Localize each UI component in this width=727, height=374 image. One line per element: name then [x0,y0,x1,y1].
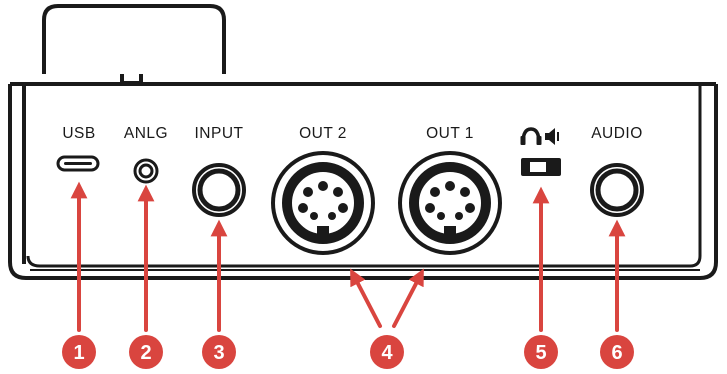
out1-midi-din-port [398,151,502,255]
top-tab-notch [120,74,143,85]
callout-badge-5: 5 [524,335,558,369]
top-tab [42,4,226,74]
usb-port-label: USB [62,125,95,142]
callout-number: 6 [611,342,622,364]
analog-jack [133,158,159,184]
usb-c-port-inner [64,162,92,165]
callout-badge-4: 4 [370,335,404,369]
out2-port-label: OUT 2 [299,125,347,142]
callout-number: 1 [73,342,84,364]
callout-number: 5 [535,342,546,364]
audio-jack [590,163,644,217]
callout-number: 4 [381,342,393,364]
out2-midi-din-port [271,151,375,255]
callout-arrow-4a [350,268,382,328]
input-port-label: INPUT [195,125,244,142]
out1-port-label: OUT 1 [426,125,474,142]
audio-port-label: AUDIO [591,125,643,142]
callout-arrow-4b [392,268,424,328]
callout-badge-6: 6 [600,335,634,369]
callout-badge-1: 1 [62,335,96,369]
device-left-wall [22,86,26,264]
input-jack [192,163,246,217]
callout-badge-3: 3 [202,335,236,369]
callout-number: 2 [140,342,151,364]
output-selector-switch [521,158,561,176]
device-rear-panel-diagram: USB ANLG INPUT OUT 2 OUT 1 AUDIO 1 2 3 4… [0,0,727,374]
callout-badge-2: 2 [129,335,163,369]
callout-number: 3 [213,342,224,364]
analog-port-label: ANLG [124,125,168,142]
